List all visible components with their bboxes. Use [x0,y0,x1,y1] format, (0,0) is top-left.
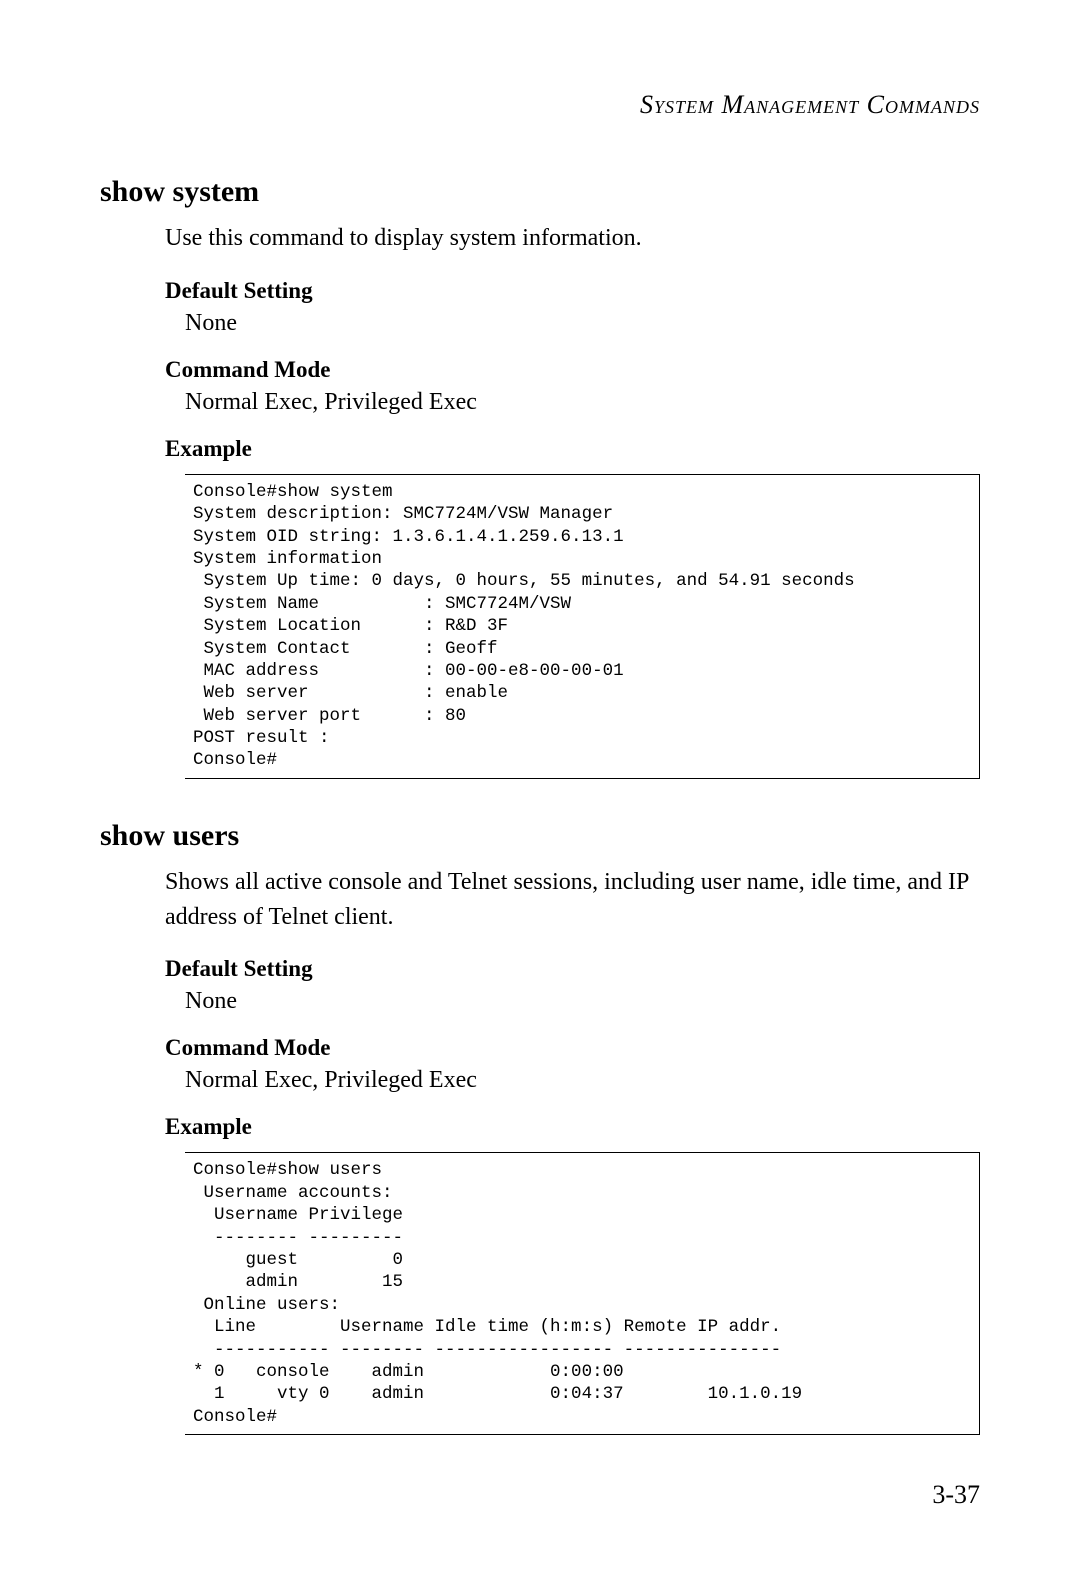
example-heading: Example [165,1114,980,1140]
command-description: Use this command to display system infor… [165,221,980,256]
page-number: 3-37 [932,1480,980,1510]
command-description: Shows all active console and Telnet sess… [165,865,980,935]
example-code-block: Console#show system System description: … [185,474,980,779]
command-mode-value: Normal Exec, Privileged Exec [185,1067,980,1094]
page: System Management Commands show system U… [0,0,1080,1570]
example-heading: Example [165,436,980,462]
command-title-show-users: show users [100,819,980,853]
page-header: System Management Commands [100,90,980,120]
default-setting-heading: Default Setting [165,956,980,982]
command-title-show-system: show system [100,175,980,209]
default-setting-heading: Default Setting [165,278,980,304]
example-code-block: Console#show users Username accounts: Us… [185,1152,980,1435]
command-mode-heading: Command Mode [165,1035,980,1061]
command-mode-value: Normal Exec, Privileged Exec [185,389,980,416]
default-setting-value: None [185,988,980,1015]
command-mode-heading: Command Mode [165,357,980,383]
default-setting-value: None [185,310,980,337]
